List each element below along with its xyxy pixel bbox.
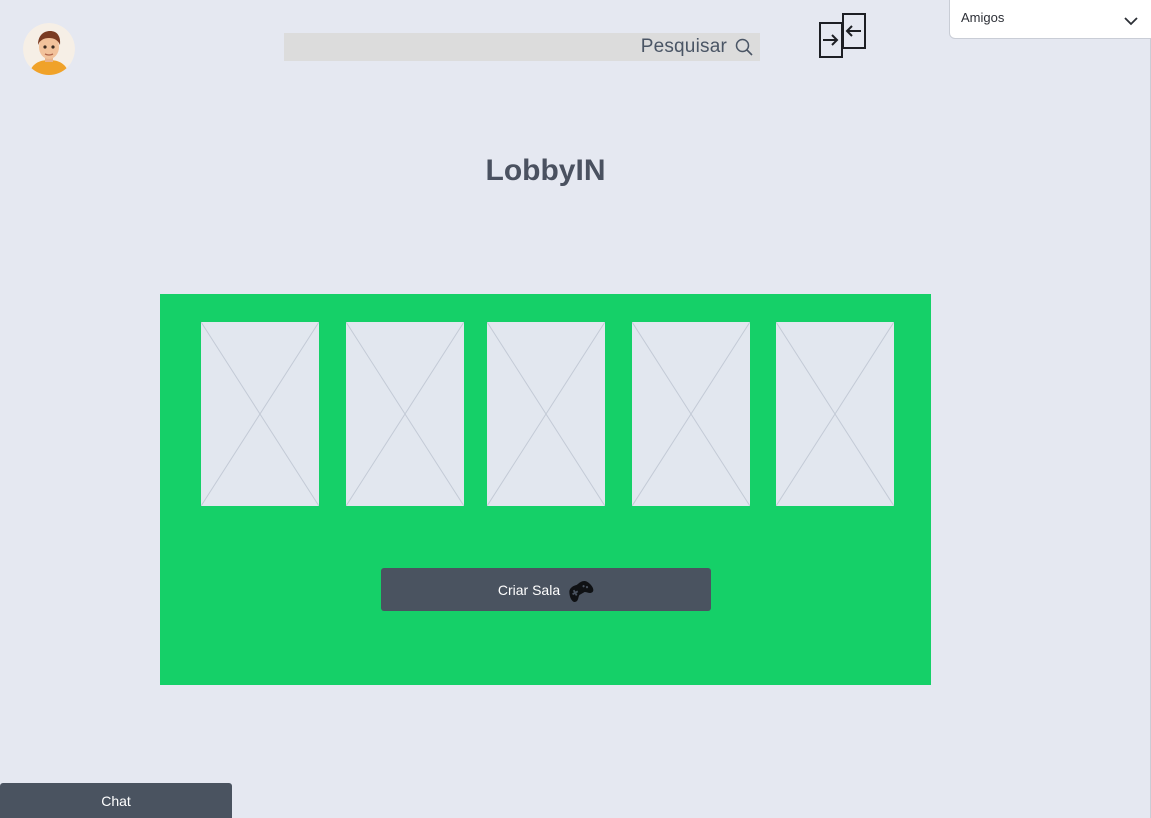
player-slot-2[interactable] bbox=[346, 322, 464, 506]
search-label: Pesquisar bbox=[640, 36, 727, 57]
create-room-button[interactable]: Criar Sala bbox=[381, 568, 711, 611]
search-bar[interactable]: Pesquisar bbox=[284, 33, 760, 61]
image-placeholder-icon bbox=[632, 322, 750, 506]
image-placeholder-icon bbox=[346, 322, 464, 506]
friends-dropdown-label: Amigos bbox=[961, 10, 1005, 25]
chat-button[interactable]: Chat bbox=[0, 783, 232, 818]
friends-dropdown[interactable]: Amigos bbox=[949, 0, 1151, 39]
switch-arrows-icon[interactable] bbox=[816, 12, 868, 62]
image-placeholder-icon bbox=[487, 322, 605, 506]
image-placeholder-icon bbox=[776, 322, 894, 506]
player-slot-4[interactable] bbox=[632, 322, 750, 506]
player-slot-5[interactable] bbox=[776, 322, 894, 506]
chat-label: Chat bbox=[101, 792, 131, 809]
lobby-panel: Criar Sala bbox=[160, 294, 931, 685]
player-slot-1[interactable] bbox=[201, 322, 319, 506]
create-room-label: Criar Sala bbox=[497, 581, 561, 598]
user-avatar-icon bbox=[23, 23, 75, 75]
page-title: LobbyIN bbox=[485, 154, 606, 187]
chevron-down-icon bbox=[1124, 10, 1138, 26]
search-icon[interactable] bbox=[734, 37, 754, 57]
avatar[interactable] bbox=[23, 23, 75, 75]
gamepad-icon bbox=[566, 576, 594, 604]
player-slot-3[interactable] bbox=[487, 322, 605, 506]
image-placeholder-icon bbox=[201, 322, 319, 506]
